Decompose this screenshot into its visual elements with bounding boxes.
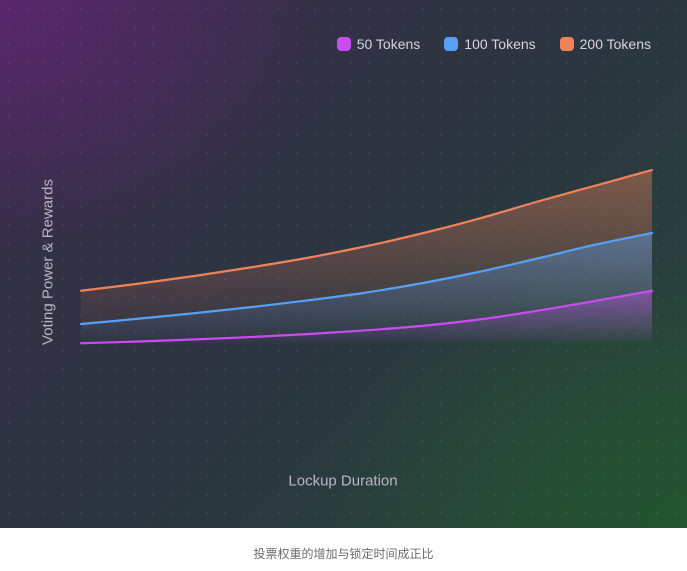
legend-swatch (444, 37, 459, 51)
series-areas (81, 170, 652, 345)
legend-label: 50 Tokens (356, 36, 421, 52)
figure-caption: 投票权重的增加与锁定时间成正比 (253, 547, 434, 561)
y-axis-label: Voting Power & Rewards (39, 179, 57, 345)
legend-item: 50 Tokens (336, 36, 421, 52)
chart-figure: 50 Tokens 100 Tokens 200 Tokens Voting Pow… (0, 0, 687, 528)
x-axis-label: Lockup Duration (288, 472, 398, 490)
legend-label: 200 Tokens (579, 36, 651, 52)
legend-label: 100 Tokens (464, 36, 536, 52)
legend-item: 200 Tokens (559, 36, 651, 52)
legend-swatch (559, 37, 574, 51)
legend-item: 100 Tokens (444, 36, 536, 52)
legend-swatch (336, 37, 351, 51)
chart-plot-area (79, 168, 654, 345)
legend: 50 Tokens 100 Tokens 200 Tokens (336, 36, 651, 52)
